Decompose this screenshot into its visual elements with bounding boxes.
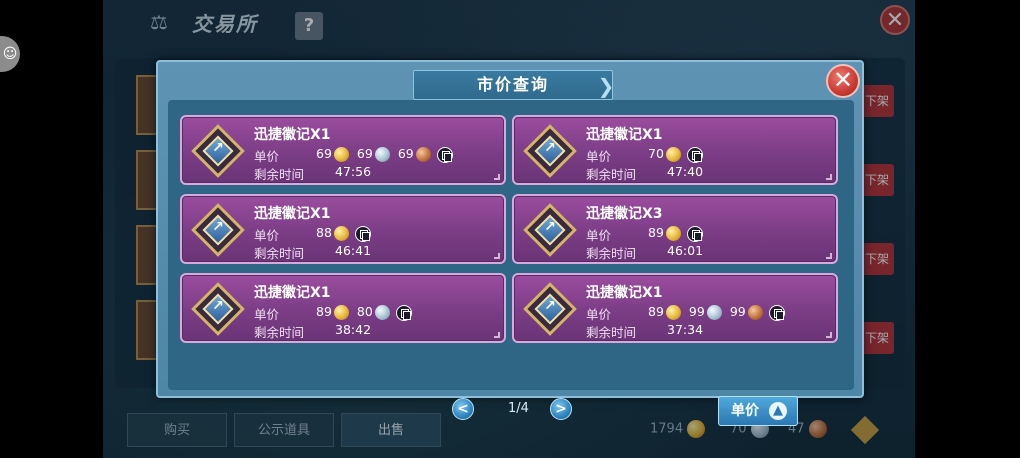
bronze-coin-icon [747, 305, 763, 320]
swift-emblem-icon: ↗ [522, 123, 578, 179]
price-list: 89 80 [312, 304, 412, 321]
corner-decoration [494, 174, 500, 180]
item-name: 迅捷徽记X1 [254, 206, 331, 222]
gold-coin-icon [333, 147, 349, 162]
time-label: 剩余时间 [586, 246, 637, 261]
remaining-time: 46:01 [667, 243, 704, 258]
price-list: 89 99 99 [644, 304, 785, 321]
copy-icon[interactable] [768, 304, 785, 321]
remaining-time: 47:56 [335, 164, 372, 179]
price-value: 89 [316, 304, 332, 319]
listing-grid: ↗ 迅捷徽记X1 单价 69 69 69 剩余时间 47:56 ↗ 迅捷徽记X1 单价 70 剩余时间 4… [168, 100, 854, 426]
price-value: 70 [648, 146, 664, 161]
price-value: 69 [356, 146, 373, 161]
bronze-coin-icon [415, 147, 431, 162]
swift-emblem-icon: ↗ [522, 202, 578, 258]
page-indicator: 1/4 [508, 401, 529, 416]
price-value: 99 [729, 304, 746, 319]
swift-emblem-icon: ↗ [190, 202, 246, 258]
corner-decoration [494, 253, 500, 259]
corner-decoration [826, 253, 832, 259]
price-value: 99 [688, 304, 705, 319]
gold-coin-icon [665, 226, 681, 241]
copy-icon[interactable] [686, 146, 703, 163]
dialog-close-button[interactable]: ✕ [826, 64, 860, 98]
corner-decoration [494, 332, 500, 338]
gold-coin-icon [333, 226, 349, 241]
market-price-dialog: ❮ 市价查询 ❯ ✕ ↗迅捷徽记X1单价696969剩余时间47:56↗迅捷徽记… [156, 60, 864, 426]
remaining-time: 46:41 [335, 243, 372, 258]
price-value: 69 [397, 146, 414, 161]
copy-icon[interactable] [436, 146, 453, 163]
item-name: 迅捷徽记X1 [254, 127, 331, 143]
item-name: 迅捷徽记X1 [586, 285, 663, 301]
swift-emblem-icon: ↗ [190, 123, 246, 179]
price-label: 单价 [254, 307, 280, 322]
gold-coin-icon [665, 305, 681, 320]
price-list: 88 [312, 225, 371, 242]
time-label: 剩余时间 [586, 325, 637, 340]
listing-card[interactable]: ↗ 迅捷徽记X1 单价 89 99 99 剩余时间 37:34 [512, 273, 838, 343]
corner-decoration [826, 174, 832, 180]
dialog-title: 市价查询 [413, 70, 613, 100]
gold-coin-icon [665, 147, 681, 162]
item-name: 迅捷徽记X1 [586, 127, 663, 143]
swift-emblem-icon: ↗ [190, 281, 246, 337]
ornament-right-icon: ❯ [597, 74, 615, 98]
price-value: 89 [648, 225, 664, 240]
listing-card[interactable]: ↗ 迅捷徽记X1 单价 88 剩余时间 46:41 [180, 194, 506, 264]
copy-icon[interactable] [395, 304, 412, 321]
listing-card[interactable]: ↗ 迅捷徽记X1 单价 69 69 69 剩余时间 47:56 [180, 115, 506, 185]
remaining-time: 47:40 [667, 164, 704, 179]
prev-page-button[interactable]: < [452, 398, 474, 420]
price-list: 70 [644, 146, 703, 163]
listing-card[interactable]: ↗ 迅捷徽记X1 单价 70 剩余时间 47:40 [512, 115, 838, 185]
listing-card[interactable]: ↗ 迅捷徽记X1 单价 89 80 剩余时间 38:42 [180, 273, 506, 343]
next-page-button[interactable]: > [550, 398, 572, 420]
swift-emblem-icon: ↗ [522, 281, 578, 337]
silver-coin-icon [374, 147, 390, 162]
price-label: 单价 [254, 149, 280, 164]
item-name: 迅捷徽记X3 [586, 206, 663, 222]
gold-coin-icon [333, 305, 349, 320]
listing-card[interactable]: ↗ 迅捷徽记X3 单价 89 剩余时间 46:01 [512, 194, 838, 264]
copy-icon[interactable] [686, 225, 703, 242]
side-avatar-icon[interactable]: ☺ [0, 36, 20, 72]
time-label: 剩余时间 [254, 246, 305, 261]
price-label: 单价 [586, 149, 612, 164]
corner-decoration [826, 332, 832, 338]
price-label: 单价 [254, 228, 280, 243]
time-label: 剩余时间 [254, 167, 305, 182]
remaining-time: 37:34 [667, 322, 704, 337]
price-value: 80 [356, 304, 373, 319]
silver-coin-icon [374, 305, 390, 320]
sort-label: 单价 [731, 403, 759, 419]
price-value: 69 [316, 146, 332, 161]
arrow-up-icon: ▲ [769, 402, 787, 420]
price-list: 69 69 69 [312, 146, 453, 163]
price-label: 单价 [586, 307, 612, 322]
price-label: 单价 [586, 228, 612, 243]
copy-icon[interactable] [354, 225, 371, 242]
time-label: 剩余时间 [254, 325, 305, 340]
price-value: 89 [648, 304, 664, 319]
remaining-time: 38:42 [335, 322, 372, 337]
sort-by-price-button[interactable]: 单价 ▲ [718, 396, 798, 426]
silver-coin-icon [706, 305, 722, 320]
time-label: 剩余时间 [586, 167, 637, 182]
price-list: 89 [644, 225, 703, 242]
price-value: 88 [316, 225, 332, 240]
item-name: 迅捷徽记X1 [254, 285, 331, 301]
